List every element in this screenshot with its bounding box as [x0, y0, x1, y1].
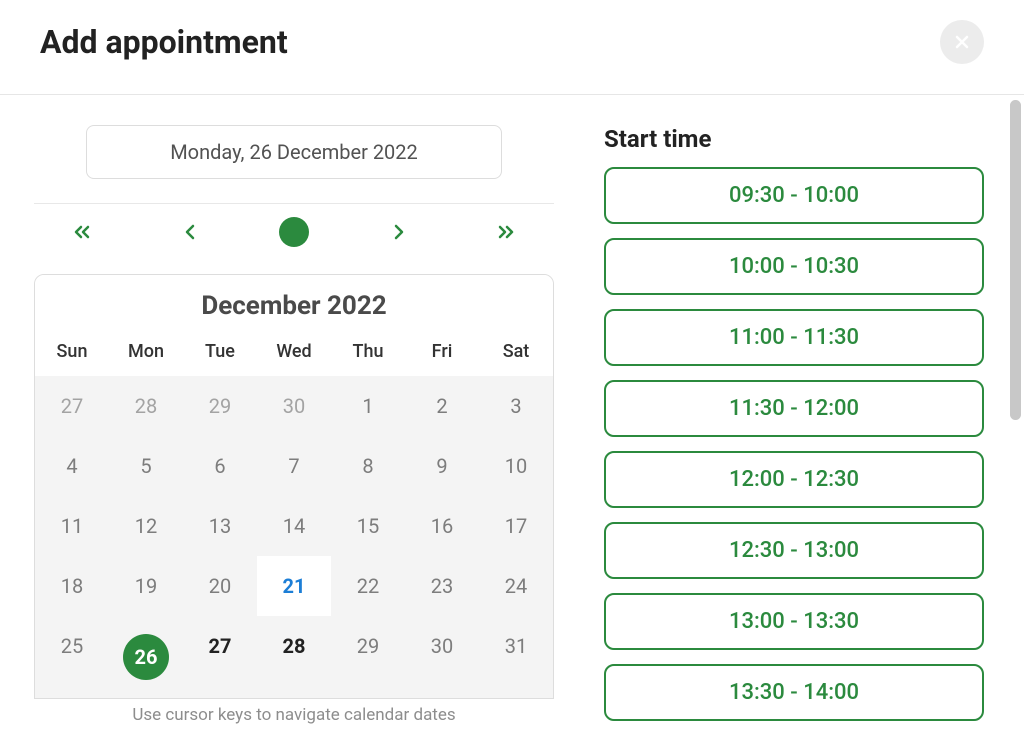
time-slot[interactable]: 09:30 - 10:00	[604, 167, 984, 224]
scrollbar[interactable]	[1010, 100, 1021, 420]
calendar-month-label: December 2022	[35, 275, 553, 331]
today-button[interactable]	[279, 217, 309, 247]
time-slot[interactable]: 10:00 - 10:30	[604, 238, 984, 295]
calendar-day[interactable]: 30	[257, 376, 331, 436]
calendar-nav	[34, 203, 554, 274]
chevron-right-icon	[387, 220, 411, 244]
calendar-week-row: 45678910	[35, 436, 553, 496]
prev-year-button[interactable]	[64, 214, 100, 250]
calendar-day[interactable]: 28	[257, 616, 331, 698]
calendar-day[interactable]: 14	[257, 496, 331, 556]
calendar-day[interactable]: 25	[35, 616, 109, 698]
calendar-dow: Sun	[35, 331, 109, 376]
chevron-double-left-icon	[70, 220, 94, 244]
calendar-day[interactable]: 22	[331, 556, 405, 616]
calendar-day[interactable]: 30	[405, 616, 479, 698]
calendar-dow-row: SunMonTueWedThuFriSat	[35, 331, 553, 376]
selected-date-display[interactable]: Monday, 26 December 2022	[86, 125, 502, 179]
prev-month-button[interactable]	[172, 214, 208, 250]
time-slot[interactable]: 13:00 - 13:30	[604, 593, 984, 650]
chevron-double-right-icon	[494, 220, 518, 244]
date-picker-panel: Monday, 26 December 2022 December 2022 S…	[34, 125, 554, 735]
calendar-day[interactable]: 29	[331, 616, 405, 698]
calendar-dow: Tue	[183, 331, 257, 376]
close-button[interactable]	[940, 20, 984, 64]
calendar-day[interactable]: 28	[109, 376, 183, 436]
calendar-day[interactable]: 17	[479, 496, 553, 556]
calendar-day[interactable]: 12	[109, 496, 183, 556]
calendar-day[interactable]: 15	[331, 496, 405, 556]
calendar-dow: Mon	[109, 331, 183, 376]
calendar-day[interactable]: 1	[331, 376, 405, 436]
start-time-title: Start time	[604, 125, 984, 153]
calendar-day[interactable]: 13	[183, 496, 257, 556]
chevron-left-icon	[178, 220, 202, 244]
calendar-week-row: 11121314151617	[35, 496, 553, 556]
calendar-dow: Wed	[257, 331, 331, 376]
calendar-day[interactable]: 21	[257, 556, 331, 616]
time-slot[interactable]: 11:00 - 11:30	[604, 309, 984, 366]
calendar-week-row: 25262728293031	[35, 616, 553, 698]
calendar-day[interactable]: 4	[35, 436, 109, 496]
time-slot[interactable]: 12:30 - 13:00	[604, 522, 984, 579]
calendar-day[interactable]: 6	[183, 436, 257, 496]
calendar-day[interactable]: 18	[35, 556, 109, 616]
calendar-day[interactable]: 5	[109, 436, 183, 496]
dialog-title: Add appointment	[40, 23, 288, 61]
time-slot[interactable]: 11:30 - 12:00	[604, 380, 984, 437]
content-area: Monday, 26 December 2022 December 2022 S…	[0, 95, 1024, 735]
calendar-day[interactable]: 8	[331, 436, 405, 496]
calendar-day[interactable]: 7	[257, 436, 331, 496]
calendar-dow: Thu	[331, 331, 405, 376]
calendar-week-row: 27282930123	[35, 376, 553, 436]
time-slot[interactable]: 12:00 - 12:30	[604, 451, 984, 508]
calendar-day[interactable]: 11	[35, 496, 109, 556]
calendar-day[interactable]: 20	[183, 556, 257, 616]
calendar-dow: Fri	[405, 331, 479, 376]
calendar-day[interactable]: 2	[405, 376, 479, 436]
close-icon	[952, 32, 972, 52]
calendar-body: 2728293012345678910111213141516171819202…	[35, 376, 553, 698]
calendar-day[interactable]: 9	[405, 436, 479, 496]
calendar-grid: December 2022 SunMonTueWedThuFriSat 2728…	[34, 274, 554, 699]
calendar-day[interactable]: 27	[183, 616, 257, 698]
calendar-day[interactable]: 26	[109, 616, 183, 698]
calendar-day[interactable]: 24	[479, 556, 553, 616]
time-slot[interactable]: 13:30 - 14:00	[604, 664, 984, 721]
calendar-day[interactable]: 16	[405, 496, 479, 556]
calendar-hint: Use cursor keys to navigate calendar dat…	[34, 705, 554, 725]
next-year-button[interactable]	[488, 214, 524, 250]
time-slots-list: 09:30 - 10:00 10:00 - 10:30 11:00 - 11:30 1…	[604, 167, 984, 721]
calendar-day[interactable]: 29	[183, 376, 257, 436]
calendar-dow: Sat	[479, 331, 553, 376]
start-time-panel: Start time 09:30 - 10:00 10:00 - 10:30 11:…	[604, 125, 984, 735]
calendar-day[interactable]: 10	[479, 436, 553, 496]
scrollbar-thumb[interactable]	[1010, 100, 1021, 420]
calendar-day[interactable]: 27	[35, 376, 109, 436]
calendar-day[interactable]: 3	[479, 376, 553, 436]
calendar-week-row: 18192021222324	[35, 556, 553, 616]
next-month-button[interactable]	[381, 214, 417, 250]
calendar-day[interactable]: 31	[479, 616, 553, 698]
calendar-day[interactable]: 19	[109, 556, 183, 616]
dialog-header: Add appointment	[0, 0, 1024, 95]
calendar-day[interactable]: 23	[405, 556, 479, 616]
